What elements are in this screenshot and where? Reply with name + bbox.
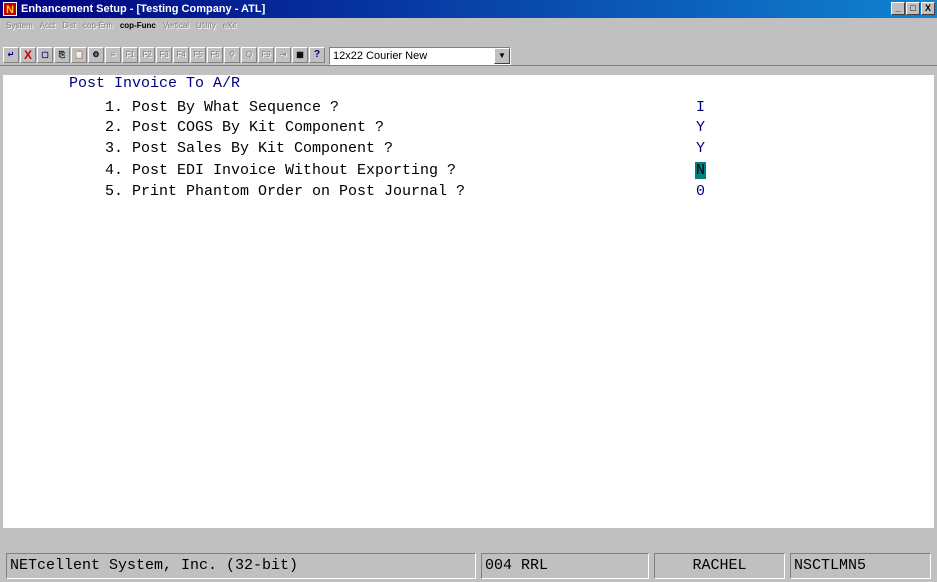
- app-logo-icon[interactable]: N: [3, 2, 17, 16]
- settings-icon[interactable]: ⚙: [88, 47, 104, 63]
- menu-utility[interactable]: Utility: [196, 21, 216, 30]
- binoculars-icon[interactable]: ⚲: [224, 47, 240, 63]
- menu-bar: System Acct Dist cop-Enh cop-Func Vertic…: [0, 18, 937, 32]
- field-value[interactable]: 0: [696, 183, 705, 200]
- document-icon[interactable]: ≡: [105, 47, 121, 63]
- status-program: NSCTLMN5: [790, 553, 931, 579]
- calculator-icon[interactable]: ▦: [292, 47, 308, 63]
- status-code: 004 RRL: [481, 553, 649, 579]
- menu-cop-enh[interactable]: cop-Enh: [83, 21, 113, 30]
- f1-key-icon[interactable]: F1: [122, 47, 138, 63]
- field-value[interactable]: I: [696, 99, 705, 116]
- form-row: 4. Post EDI Invoice Without Exporting ? …: [3, 162, 934, 182]
- menu-acct[interactable]: Acct: [40, 21, 56, 30]
- field-value[interactable]: Y: [696, 140, 705, 157]
- form-row: 5. Print Phantom Order on Post Journal ?…: [3, 183, 934, 203]
- minimize-button[interactable]: _: [891, 2, 905, 15]
- chevron-down-icon[interactable]: ▼: [494, 48, 510, 64]
- cancel-icon[interactable]: X: [20, 47, 36, 63]
- paste-icon[interactable]: 📋: [71, 47, 87, 63]
- toolbar: ↵ X ▢ ⎘ 📋 ⚙ ≡ F1 F2 F3 F4 F5 F6 ⚲ Q F9 ⇥…: [0, 32, 937, 66]
- copy-icon[interactable]: ⎘: [54, 47, 70, 63]
- field-value-active[interactable]: N: [695, 162, 707, 179]
- field-label: 1. Post By What Sequence ?: [105, 99, 340, 116]
- select-icon[interactable]: ▢: [37, 47, 53, 63]
- font-size-select[interactable]: 12x22 Courier New ▼: [329, 47, 511, 65]
- f6-key-icon[interactable]: F6: [207, 47, 223, 63]
- maximize-button[interactable]: □: [906, 2, 920, 15]
- field-label: 5. Print Phantom Order on Post Journal ?: [105, 183, 466, 200]
- status-bar: NETcellent System, Inc. (32-bit) 004 RRL…: [3, 549, 934, 580]
- f4-key-icon[interactable]: F4: [173, 47, 189, 63]
- field-value[interactable]: Y: [696, 119, 705, 136]
- window-title: Enhancement Setup - [Testing Company - A…: [21, 3, 266, 15]
- menu-system[interactable]: System: [6, 21, 33, 30]
- status-user: RACHEL: [654, 553, 785, 579]
- f9-key-icon[interactable]: F9: [258, 47, 274, 63]
- enter-icon[interactable]: ↵: [3, 47, 19, 63]
- form-row: 2. Post COGS By Kit Component ? Y: [3, 119, 934, 139]
- help-icon[interactable]: ?: [309, 47, 325, 63]
- divider: [3, 528, 934, 548]
- status-company: NETcellent System, Inc. (32-bit): [6, 553, 476, 579]
- menu-dist[interactable]: Dist: [62, 21, 76, 30]
- f5-key-icon[interactable]: F5: [190, 47, 206, 63]
- page-title: Post Invoice To A/R: [69, 75, 241, 92]
- zoom-icon[interactable]: Q: [241, 47, 257, 63]
- font-size-value: 12x22 Courier New: [333, 50, 428, 62]
- menu-exit[interactable]: eXit: [223, 21, 237, 30]
- export-icon[interactable]: ⇥: [275, 47, 291, 63]
- field-label: 3. Post Sales By Kit Component ?: [105, 140, 394, 157]
- main-screen: Post Invoice To A/R 1. Post By What Sequ…: [3, 75, 934, 528]
- form-row: 1. Post By What Sequence ? I: [3, 99, 934, 119]
- f2-key-icon[interactable]: F2: [139, 47, 155, 63]
- title-bar: N Enhancement Setup - [Testing Company -…: [0, 0, 937, 18]
- menu-vertical[interactable]: Vertical: [163, 21, 189, 30]
- window-controls: _ □ X: [891, 2, 935, 15]
- menu-cop-func[interactable]: cop-Func: [120, 21, 156, 30]
- close-button[interactable]: X: [921, 2, 935, 15]
- form-row: 3. Post Sales By Kit Component ? Y: [3, 140, 934, 160]
- field-label: 2. Post COGS By Kit Component ?: [105, 119, 385, 136]
- f3-key-icon[interactable]: F3: [156, 47, 172, 63]
- field-label: 4. Post EDI Invoice Without Exporting ?: [105, 162, 457, 179]
